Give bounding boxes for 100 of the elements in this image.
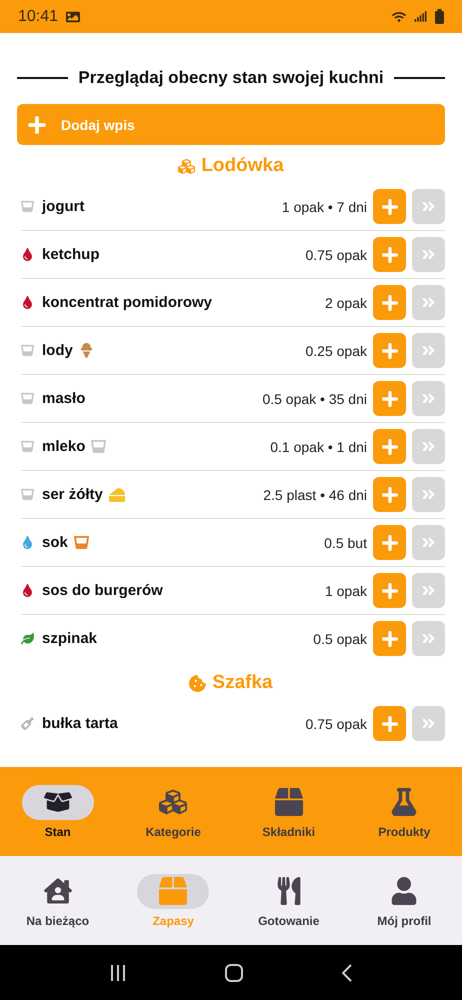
add-button[interactable] [373,706,406,741]
plus-icon [380,486,398,504]
page-title: Przeglądaj obecny stan swojej kuchni [78,68,384,88]
plus-icon [380,390,398,408]
status-time: 10:41 [18,8,58,26]
box-icon [274,788,303,816]
add-button[interactable] [373,237,406,272]
plus-icon [380,714,398,732]
add-button[interactable] [373,573,406,608]
plus-icon [380,582,398,600]
move-button[interactable] [412,706,445,741]
item-quantity: 0.75 opak [306,246,367,262]
double-chevron-icon [421,295,436,310]
boxes-icon [159,788,188,816]
plus-icon [380,198,398,216]
double-chevron-icon [421,391,436,406]
item-name: szpinak [42,630,98,647]
move-button[interactable] [412,429,445,464]
double-chevron-icon [421,716,436,731]
recent-apps-icon [110,964,126,982]
box-icon [159,877,188,905]
item-quantity: 0.5 but [324,534,367,550]
bottle-icon [21,717,34,730]
add-button[interactable] [373,477,406,512]
add-button[interactable] [373,621,406,656]
plus-icon [380,246,398,264]
double-chevron-icon [421,247,436,262]
item-quantity: 1 opak • 7 dni [282,198,367,214]
add-button[interactable] [373,525,406,560]
add-button[interactable] [373,381,406,416]
move-button[interactable] [412,285,445,320]
item-quantity: 1 opak [324,582,367,598]
move-button[interactable] [412,477,445,512]
back-icon [342,964,352,982]
cheese-icon [108,486,125,502]
item-quantity: 0.25 opak [306,342,367,358]
move-button[interactable] [412,237,445,272]
double-chevron-icon [421,535,436,550]
double-chevron-icon [421,199,436,214]
cup-icon [21,488,34,501]
move-button[interactable] [412,381,445,416]
item-name: jogurt [42,198,84,215]
add-button[interactable] [373,285,406,320]
ice-cream-icon [78,343,94,358]
move-button[interactable] [412,333,445,368]
plus-icon [380,342,398,360]
item-name: sok [42,534,68,551]
category-tab[interactable]: Produkty [346,767,462,856]
image-icon [66,10,80,24]
item-quantity: 0.5 opak [313,630,367,646]
glass-icon [91,439,106,454]
item-name: lody [42,342,73,359]
nav-tab[interactable]: Na bieżąco [0,856,116,945]
item-name: ketchup [42,246,100,263]
category-tab[interactable]: Składniki [231,767,346,856]
house-icon [44,877,72,905]
double-chevron-icon [421,487,436,502]
add-button[interactable] [373,189,406,224]
leaf-icon [21,632,34,645]
move-button[interactable] [412,621,445,656]
home-icon [224,964,243,982]
juice-icon [74,535,89,550]
add-button[interactable] [373,429,406,464]
item-name: masło [42,390,86,407]
cup-icon [21,392,34,405]
cup-icon [21,344,34,357]
item-name: ser żółty [42,486,103,503]
double-chevron-icon [421,583,436,598]
utensils-icon [274,877,303,905]
category-tab[interactable]: Stan [0,767,116,856]
item-name: koncentrat pomidorowy [42,294,212,311]
item-quantity: 2 opak [324,294,367,310]
plus-icon [380,534,398,552]
signal-icon [414,10,427,23]
move-button[interactable] [412,189,445,224]
user-icon [390,877,418,905]
battery-icon [435,9,444,24]
move-button[interactable] [412,573,445,608]
add-button[interactable] [373,333,406,368]
move-button[interactable] [412,525,445,560]
double-chevron-icon [421,439,436,454]
cup-icon [21,200,34,213]
double-chevron-icon [421,343,436,358]
section-title: Szafka [212,672,273,694]
nav-tab[interactable]: Gotowanie [231,856,346,945]
item-quantity: 2.5 plast • 46 dni [263,486,367,502]
nav-tab[interactable]: Mój profil [346,856,462,945]
item-quantity: 0.75 opak [306,716,367,732]
plus-icon [380,438,398,456]
item-quantity: 0.1 opak • 1 dni [270,438,367,454]
cookie-icon [189,674,206,692]
double-chevron-icon [421,631,436,646]
item-name: mleko [42,438,86,455]
section-title: Lodówka [201,155,284,177]
category-tab[interactable]: Kategorie [116,767,231,856]
cubes-icon [178,158,196,174]
item-name: bułka tarta [42,715,118,732]
item-name: sos do burgerów [42,582,163,599]
flask-icon [390,788,418,816]
plus-icon [380,294,398,312]
